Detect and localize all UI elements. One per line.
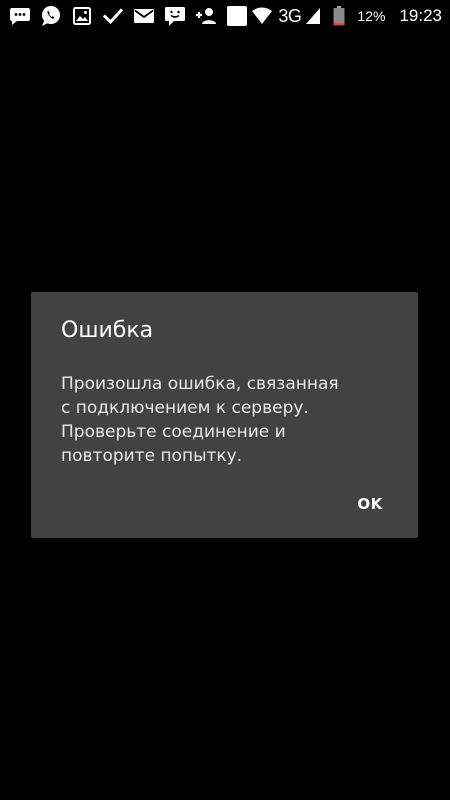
wifi-icon (250, 5, 274, 27)
notification-icons (8, 5, 256, 27)
viber-icon (39, 5, 63, 27)
dialog-title: Ошибка (61, 318, 154, 343)
dialog-message: Произошла ошибка, связанная с подключени… (61, 374, 339, 466)
clock: 19:23 (399, 6, 442, 25)
gallery-icon (70, 5, 94, 27)
mail-icon (132, 5, 156, 27)
messenger-icon (8, 5, 32, 27)
check-icon (101, 5, 125, 27)
error-dialog: Ошибка Произошла ошибка, связанная с под… (31, 292, 418, 538)
system-indicators: 3G 12% 19:23 (250, 5, 442, 27)
screen: 3G 12% 19:23 Ошибка Произошла ошибка, св… (0, 0, 450, 800)
blank-app-icon (225, 5, 249, 27)
status-bar: 3G 12% 19:23 (0, 0, 450, 32)
battery-percent: 12% (357, 8, 386, 24)
battery-icon (327, 5, 351, 27)
ok-button[interactable]: OK (346, 486, 394, 522)
signal-icon (305, 5, 321, 27)
network-type: 3G (278, 5, 302, 26)
chat-icon (163, 5, 187, 27)
add-contact-icon (194, 5, 218, 27)
